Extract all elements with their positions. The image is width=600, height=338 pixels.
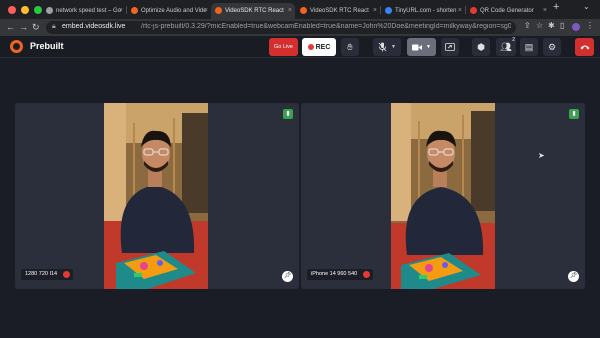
tab-label: TinyURL.com - shorten — [395, 8, 457, 14]
window-close-icon[interactable] — [8, 6, 16, 14]
qr-favicon-icon — [470, 7, 477, 14]
participant-name-tag: 1280 720 I14 — [21, 269, 74, 280]
cube-icon: ⬢ — [477, 41, 485, 52]
window-minimize-icon[interactable] — [21, 6, 29, 14]
forward-arrow-icon[interactable]: → — [19, 22, 28, 33]
browser-tab[interactable]: VideoSDK RTC React × — [296, 3, 380, 19]
tinyurl-favicon-icon — [385, 7, 392, 14]
participants-button[interactable]: 👥︎ 2 — [496, 37, 516, 56]
participant-video — [391, 103, 495, 289]
participant-name: iPhone 14 960 540 — [311, 271, 358, 277]
webcam-toggle-button[interactable]: ▼ — [407, 38, 436, 56]
videosdk-favicon-icon — [131, 7, 138, 14]
video-frame-image — [104, 103, 208, 289]
videosdk-favicon-icon — [215, 7, 222, 14]
browser-tab[interactable]: TinyURL.com - shorten × — [381, 3, 465, 19]
recording-label: REC — [315, 43, 331, 51]
window-maximize-icon[interactable] — [34, 6, 42, 14]
mouse-cursor-icon: ➤ — [538, 151, 545, 160]
participants-count-badge: 2 — [512, 37, 515, 43]
chat-icon: ▤ — [524, 41, 534, 52]
chat-button[interactable]: ▤ — [520, 38, 538, 56]
settings-button[interactable]: ⚙︎ — [543, 38, 561, 56]
record-dot-icon — [307, 44, 314, 50]
share-icon[interactable]: ⇪ — [524, 21, 531, 30]
tab-label: network speed test – Go — [56, 8, 122, 14]
participant-name: 1280 720 I14 — [25, 271, 58, 277]
bookmark-star-icon[interactable]: ☆ — [536, 21, 543, 30]
network-quality-icon[interactable]: ▮ — [283, 109, 293, 119]
participant-name-tag: iPhone 14 960 540 — [307, 269, 374, 280]
tab-search-chevron-icon[interactable]: ⌄ — [583, 2, 590, 11]
tab-label: Optimize Audio and Vide — [141, 8, 207, 14]
new-tab-button[interactable]: + — [553, 1, 559, 13]
screen-share-icon — [445, 43, 455, 51]
recording-button[interactable]: REC — [302, 38, 336, 56]
tab-close-icon[interactable]: × — [204, 3, 208, 19]
tab-close-icon[interactable]: × — [119, 3, 123, 19]
tab-label: VideoSDK RTC React — [310, 8, 369, 14]
browser-tab-active[interactable]: VideoSDK RTC React × — [211, 3, 295, 19]
chevron-down-icon[interactable]: ▼ — [391, 44, 396, 50]
gear-icon: ⚙︎ — [547, 41, 557, 52]
google-favicon-icon — [46, 7, 53, 14]
back-arrow-icon[interactable]: ← — [6, 22, 15, 33]
leave-meeting-button[interactable] — [575, 38, 594, 56]
url-field[interactable]: 🔒︎ embed.videosdk.live /rtc-js-prebuilt/… — [46, 21, 516, 34]
video-camera-icon — [412, 44, 423, 50]
raise-hand-button[interactable]: ✋︎ — [341, 38, 359, 56]
reload-icon[interactable]: ↻ — [32, 22, 40, 33]
extensions-puzzle-icon[interactable]: ✱ — [548, 21, 555, 30]
app-title: Prebuilt — [30, 41, 64, 51]
sidebar-icon[interactable]: ▯ — [560, 21, 564, 30]
browser-tab[interactable]: Optimize Audio and Vide × — [127, 3, 211, 19]
videosdk-favicon-icon — [300, 7, 307, 14]
network-quality-icon[interactable]: ▮ — [569, 109, 579, 119]
browser-menu-icon[interactable]: ⋮ — [586, 21, 594, 30]
pin-icon[interactable]: 📌︎ — [282, 271, 293, 282]
participant-tile[interactable]: ▮ 1280 720 I14 📌︎ — [15, 103, 299, 289]
meeting-top-bar: Prebuilt Go Live REC ✋︎ ▼ ▼ ⬢ 👥︎ 2 ▤ ⚙︎ — [0, 36, 600, 58]
whiteboard-button[interactable]: ⬢ — [472, 38, 490, 56]
participant-tile[interactable]: ▮ iPhone 14 960 540 📌︎ — [301, 103, 585, 289]
pin-icon[interactable]: 📌︎ — [568, 271, 579, 282]
go-live-label: Go Live — [274, 44, 293, 50]
prebuilt-logo-icon — [10, 40, 23, 53]
url-host: embed.videosdk.live — [62, 23, 126, 30]
tab-label: QR Code Generator — [480, 8, 534, 14]
mic-off-icon — [378, 42, 387, 52]
phone-hangup-icon — [580, 45, 589, 50]
tab-close-icon[interactable]: × — [373, 3, 377, 19]
address-bar: ← → ↻ 🔒︎ embed.videosdk.live /rtc-js-pre… — [0, 19, 600, 36]
browser-tab[interactable]: QR Code Generator × — [466, 3, 550, 19]
tab-close-icon[interactable]: × — [543, 3, 547, 19]
chevron-down-icon[interactable]: ▼ — [426, 44, 431, 50]
people-icon: 👥︎ — [500, 41, 512, 52]
tab-label: VideoSDK RTC React — [225, 8, 284, 14]
mic-off-icon — [63, 271, 71, 278]
browser-tab[interactable]: network speed test – Go × — [42, 3, 126, 19]
url-path: /rtc-js-prebuilt/0.3.29/?micEnabled=true… — [141, 23, 511, 30]
go-live-button[interactable]: Go Live — [269, 38, 298, 56]
tab-close-icon[interactable]: × — [288, 3, 292, 19]
hand-icon: ✋︎ — [347, 41, 353, 52]
browser-tab-bar: network speed test – Go × Optimize Audio… — [0, 0, 600, 19]
mic-off-icon — [363, 271, 371, 278]
lock-icon: 🔒︎ — [52, 23, 56, 30]
tab-close-icon[interactable]: × — [458, 3, 462, 19]
mic-toggle-button[interactable]: ▼ — [373, 38, 401, 56]
profile-avatar[interactable] — [572, 23, 580, 31]
screen-share-button[interactable] — [441, 38, 459, 56]
participant-video — [104, 103, 208, 289]
video-frame-image — [391, 103, 495, 289]
